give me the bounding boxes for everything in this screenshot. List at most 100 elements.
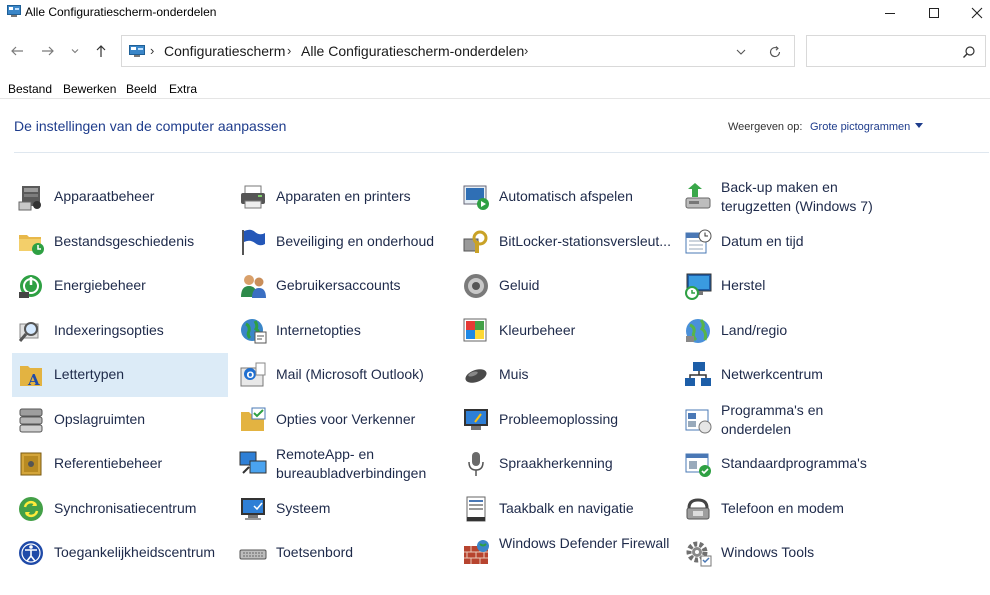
menu-file[interactable]: Bestand	[8, 82, 52, 96]
panel-item-gebruikersaccounts[interactable]: Gebruikersaccounts	[234, 264, 450, 308]
panel-item-systeem[interactable]: Systeem	[234, 487, 450, 531]
menu-tools[interactable]: Extra	[169, 82, 197, 96]
panel-item-apparaten-en-printers[interactable]: Apparaten en printers	[234, 175, 450, 219]
panel-item-opslagruimten[interactable]: Opslagruimten	[12, 398, 228, 442]
panel-item-programma-s-en-onderdelen[interactable]: Programma's en onderdelen	[679, 398, 895, 442]
calendar-clock-icon	[685, 229, 712, 254]
view-by-dropdown[interactable]: Grote pictogrammen	[810, 121, 924, 133]
menu-edit[interactable]: Bewerken	[63, 82, 116, 96]
maximize-icon	[929, 8, 939, 18]
panel-item-label: Geluid	[499, 277, 540, 293]
printer-icon	[241, 185, 265, 209]
panel-item-datum-en-tijd[interactable]: Datum en tijd	[679, 220, 895, 264]
address-bar[interactable]: › Configuratiescherm › Alle Configuratie…	[121, 35, 795, 67]
chevron-right-icon: ›	[150, 43, 155, 58]
svg-text:A: A	[27, 371, 40, 389]
panel-item-label: Datum en tijd	[721, 233, 804, 249]
breadcrumb-control-panel[interactable]: Configuratiescherm	[164, 43, 285, 59]
panel-item-toetsenbord[interactable]: Toetsenbord	[234, 531, 450, 575]
chevron-right-icon: ›	[524, 43, 529, 58]
search-input[interactable]	[806, 35, 986, 67]
panel-item-label: RemoteApp- en bureaubladverbindingen	[276, 446, 427, 481]
sync-icon	[19, 497, 43, 521]
minimize-button[interactable]	[868, 0, 912, 26]
breadcrumb-all-items[interactable]: Alle Configuratiescherm-onderdelen	[301, 43, 524, 59]
search-icon	[963, 46, 975, 58]
panel-item-standaardprogramma-s[interactable]: Standaardprogramma's	[679, 442, 895, 486]
panel-item-label: Beveiliging en onderhoud	[276, 233, 435, 249]
menu-bar: Bestand Bewerken Beeld Extra	[0, 79, 990, 99]
panel-item-energiebeheer[interactable]: Energiebeheer	[12, 264, 228, 308]
panel-item-probleemoplossing[interactable]: Probleemoplossing	[457, 398, 673, 442]
chevron-down-icon	[71, 49, 79, 54]
svg-text:O: O	[247, 371, 255, 381]
taskbar-icon	[466, 496, 486, 522]
control-panel-icon	[7, 5, 21, 17]
chevron-down-icon[interactable]	[733, 44, 749, 60]
panel-item-opties-voor-verkenner[interactable]: Opties voor Verkenner	[234, 398, 450, 442]
menu-view[interactable]: Beeld	[126, 82, 157, 96]
up-button[interactable]	[90, 40, 112, 62]
panel-item-geluid[interactable]: Geluid	[457, 264, 673, 308]
panel-item-kleurbeheer[interactable]: Kleurbeheer	[457, 309, 673, 353]
divider	[0, 98, 990, 99]
credential-safe-icon	[20, 452, 42, 476]
refresh-icon[interactable]	[767, 44, 783, 60]
indexing-icon	[18, 322, 39, 342]
panel-item-bitlocker-stationsversleut[interactable]: BitLocker-stationsversleut...	[457, 220, 673, 264]
close-button[interactable]	[955, 0, 990, 26]
phone-modem-icon	[686, 498, 710, 520]
panel-item-label: Opties voor Verkenner	[276, 411, 416, 427]
backup-icon	[685, 183, 711, 209]
firewall-icon	[464, 540, 489, 564]
panel-item-synchronisatiecentrum[interactable]: Synchronisatiecentrum	[12, 487, 228, 531]
panel-item-internetopties[interactable]: Internetopties	[234, 309, 450, 353]
panel-item-label: Synchronisatiecentrum	[54, 500, 197, 516]
panel-item-label: Automatisch afspelen	[499, 188, 633, 204]
panel-item-label: Indexeringsopties	[54, 322, 164, 338]
panel-item-remoteapp-en-bureaubladverbindingen[interactable]: RemoteApp- en bureaubladverbindingen	[234, 442, 450, 486]
panel-item-netwerkcentrum[interactable]: Netwerkcentrum	[679, 353, 895, 397]
panel-item-land-regio[interactable]: Land/regio	[679, 309, 895, 353]
panel-item-toegankelijkheidscentrum[interactable]: Toegankelijkheidscentrum	[12, 531, 228, 575]
panel-item-label: Toegankelijkheidscentrum	[54, 544, 216, 560]
panel-item-taakbalk-en-navigatie[interactable]: Taakbalk en navigatie	[457, 487, 673, 531]
recent-locations-button[interactable]	[66, 40, 84, 62]
font-folder-icon: A	[20, 366, 42, 389]
forward-button[interactable]	[37, 40, 59, 62]
panel-item-label: Netwerkcentrum	[721, 366, 823, 382]
panel-item-mail-microsoft-outlook[interactable]: O Mail (Microsoft Outlook)	[234, 353, 450, 397]
panel-item-spraakherkenning[interactable]: Spraakherkenning	[457, 442, 673, 486]
panel-item-herstel[interactable]: Herstel	[679, 264, 895, 308]
system-monitor-icon	[241, 498, 265, 520]
panel-item-referentiebeheer[interactable]: Referentiebeheer	[12, 442, 228, 486]
panel-item-automatisch-afspelen[interactable]: Automatisch afspelen	[457, 175, 673, 219]
panel-item-muis[interactable]: Muis	[457, 353, 673, 397]
divider	[14, 152, 989, 153]
page-title: De instellingen van de computer aanpasse…	[14, 118, 287, 134]
view-by-label: Weergeven op:	[728, 121, 803, 133]
back-button[interactable]	[6, 40, 28, 62]
mouse-icon	[465, 369, 487, 383]
minimize-icon	[885, 13, 895, 14]
panel-item-back-up-maken-en-terugzetten-windows-7[interactable]: Back-up maken en terugzetten (Windows 7)	[679, 175, 895, 219]
panel-item-label: Lettertypen	[54, 366, 125, 382]
panel-item-label: Telefoon en modem	[721, 500, 844, 516]
panel-item-bestandsgeschiedenis[interactable]: Bestandsgeschiedenis	[12, 220, 228, 264]
panel-item-apparaatbeheer[interactable]: Apparaatbeheer	[12, 175, 228, 219]
panel-item-windows-tools[interactable]: Windows Tools	[679, 531, 895, 575]
panel-item-label: Toetsenbord	[276, 544, 354, 560]
panel-item-label: Probleemoplossing	[499, 411, 619, 427]
recovery-icon	[685, 273, 712, 300]
panel-item-telefoon-en-modem[interactable]: Telefoon en modem	[679, 487, 895, 531]
speaker-icon	[464, 274, 488, 298]
title-bar: Alle Configuratiescherm-onderdelen	[0, 0, 990, 26]
panel-item-beveiliging-en-onderhoud[interactable]: Beveiliging en onderhoud	[234, 220, 450, 264]
panel-item-label: Herstel	[721, 277, 766, 293]
panel-item-label: Land/regio	[721, 322, 788, 338]
panel-item-lettertypen[interactable]: A Lettertypen	[12, 353, 228, 397]
folder-options-icon	[241, 407, 266, 431]
panel-item-windows-defender-firewall[interactable]: Windows Defender Firewall	[457, 531, 673, 575]
maximize-button[interactable]	[912, 0, 956, 26]
panel-item-indexeringsopties[interactable]: Indexeringsopties	[12, 309, 228, 353]
